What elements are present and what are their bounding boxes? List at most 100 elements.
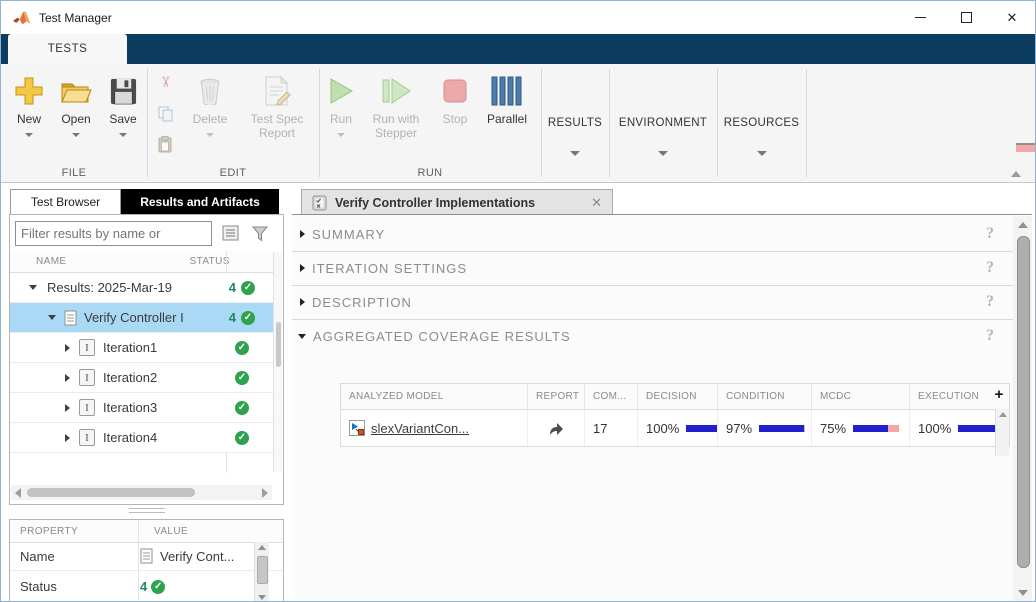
save-button[interactable]: Save (103, 72, 143, 137)
close-button[interactable]: ✕ (989, 1, 1035, 34)
expand-icon[interactable] (300, 230, 305, 238)
new-icon (14, 72, 44, 110)
iteration-icon: I (79, 369, 95, 386)
cut-icon: ✂ (156, 74, 174, 90)
tree-row-iteration1[interactable]: I Iteration1 ✓ (10, 333, 273, 363)
main-vertical-scrollbar[interactable] (1013, 216, 1032, 602)
maximize-button[interactable] (943, 1, 989, 34)
column-property: PROPERTY (20, 526, 78, 537)
tree-row-iteration3[interactable]: I Iteration3 ✓ (10, 393, 273, 423)
divider (147, 69, 148, 177)
model-link[interactable]: slexVariantCon... (371, 421, 469, 436)
pass-icon: ✓ (151, 580, 165, 594)
coverage-table: ANALYZED MODEL REPORT COM... DECISION CO… (340, 383, 1010, 447)
expand-collapse-icon[interactable] (48, 315, 56, 320)
stop-icon (442, 72, 468, 110)
document-tab[interactable]: Verify Controller Implementations ✕ (301, 189, 613, 215)
tab-test-browser[interactable]: Test Browser (10, 189, 121, 215)
close-tab-icon[interactable]: ✕ (591, 195, 602, 211)
scrollbar-thumb[interactable] (27, 488, 195, 497)
help-icon[interactable]: ? (986, 225, 995, 243)
section-aggregated-coverage-results[interactable]: AGGREGATED COVERAGE RESULTS ? (292, 319, 1013, 353)
column-name: NAME (36, 256, 67, 267)
expand-icon[interactable] (65, 344, 70, 352)
test-spec-report-button[interactable]: Test Spec Report (239, 72, 315, 141)
pass-icon: ✓ (235, 401, 249, 415)
collapse-icon[interactable] (298, 334, 306, 339)
help-icon[interactable]: ? (986, 259, 995, 277)
section-summary[interactable]: SUMMARY ? (292, 217, 1013, 251)
expand-icon[interactable] (300, 298, 305, 306)
tree-item-label: Iteration2 (103, 370, 235, 385)
paste-icon (156, 136, 174, 152)
filter-results-input[interactable] (15, 221, 212, 246)
section-description[interactable]: DESCRIPTION ? (292, 285, 1013, 319)
scroll-left-icon[interactable] (15, 488, 21, 498)
scrollbar-thumb[interactable] (276, 322, 281, 367)
expand-icon[interactable] (65, 434, 70, 442)
minimize-button[interactable] (897, 1, 943, 34)
add-column-button[interactable]: + (991, 386, 1007, 403)
column-analyzed-model[interactable]: ANALYZED MODEL (341, 384, 528, 409)
tree-vertical-scrollbar[interactable] (273, 252, 282, 472)
iteration-icon: I (79, 339, 95, 356)
expand-icon[interactable] (65, 374, 70, 382)
tab-tests[interactable]: TESTS (8, 34, 127, 64)
dropdown-icon (658, 151, 668, 156)
environment-gallery-button[interactable]: ENVIRONMENT (609, 72, 717, 172)
tree-row-verify-controller[interactable]: Verify Controller I 4 ✓ (10, 303, 273, 333)
tab-results-and-artifacts[interactable]: Results and Artifacts (121, 189, 279, 215)
scroll-down-icon[interactable] (1018, 590, 1028, 596)
scroll-up-icon[interactable] (258, 545, 266, 550)
tree-row-iteration2[interactable]: I Iteration2 ✓ (10, 363, 273, 393)
delete-button[interactable]: Delete (187, 72, 233, 137)
parallel-button[interactable]: Parallel (481, 72, 533, 127)
scroll-down-icon[interactable] (258, 595, 266, 600)
coverage-table-header: ANALYZED MODEL REPORT COM... DECISION CO… (341, 384, 1009, 410)
tree-row-iteration4[interactable]: I Iteration4 ✓ (10, 423, 273, 453)
tree-row-results[interactable]: Results: 2025-Mar-19 4 ✓ (10, 273, 273, 303)
copy-icon (156, 106, 174, 122)
help-icon[interactable]: ? (986, 327, 995, 345)
scrollbar-thumb[interactable] (257, 556, 268, 584)
column-mcdc[interactable]: MCDC (812, 384, 910, 409)
property-row-status[interactable]: Status 4 ✓ (10, 570, 283, 602)
run-button[interactable]: Run (323, 72, 359, 137)
parallel-icon (490, 72, 524, 110)
test-file-icon (140, 548, 153, 564)
column-decision[interactable]: DECISION (638, 384, 718, 409)
new-button[interactable]: New (9, 72, 49, 137)
list-view-button[interactable] (219, 222, 241, 244)
open-button[interactable]: Open (55, 72, 97, 137)
ribbon-tab-strip (1, 34, 1035, 64)
coverage-table-row[interactable]: slexVariantCon... 17 100% 97% 75% (341, 410, 1009, 446)
open-report-icon[interactable] (548, 421, 564, 436)
column-complexity[interactable]: COM... (585, 384, 638, 409)
resources-gallery-button[interactable]: RESOURCES (717, 72, 806, 172)
scroll-right-icon[interactable] (262, 488, 268, 498)
results-gallery-button[interactable]: RESULTS (541, 72, 609, 172)
section-iteration-settings[interactable]: ITERATION SETTINGS ? (292, 251, 1013, 285)
collapse-ribbon-button[interactable] (1009, 143, 1023, 172)
stop-button[interactable]: Stop (435, 72, 475, 127)
scroll-up-icon[interactable] (1018, 222, 1028, 228)
scroll-up-icon[interactable] (999, 412, 1007, 417)
column-report[interactable]: REPORT (528, 384, 585, 409)
scrollbar-thumb[interactable] (1017, 236, 1030, 568)
help-icon[interactable]: ? (986, 293, 995, 311)
section-label: AGGREGATED COVERAGE RESULTS (313, 329, 571, 344)
properties-scrollbar[interactable] (254, 542, 269, 602)
execution-value: 100% (918, 421, 951, 436)
expand-collapse-icon[interactable] (29, 285, 37, 290)
run-with-stepper-button[interactable]: Run with Stepper (363, 72, 429, 141)
tree-horizontal-scrollbar[interactable] (11, 485, 272, 500)
coverage-table-scrollbar[interactable] (995, 409, 1009, 456)
expand-icon[interactable] (300, 264, 305, 272)
expand-icon[interactable] (65, 404, 70, 412)
filter-button[interactable] (249, 222, 271, 244)
tree-item-label: Iteration4 (103, 430, 235, 445)
tree-column-headers: NAME STATUS (10, 251, 273, 273)
property-row-name[interactable]: Name Verify Cont... (10, 542, 283, 571)
column-condition[interactable]: CONDITION (718, 384, 812, 409)
panel-splitter-handle[interactable] (129, 508, 165, 513)
